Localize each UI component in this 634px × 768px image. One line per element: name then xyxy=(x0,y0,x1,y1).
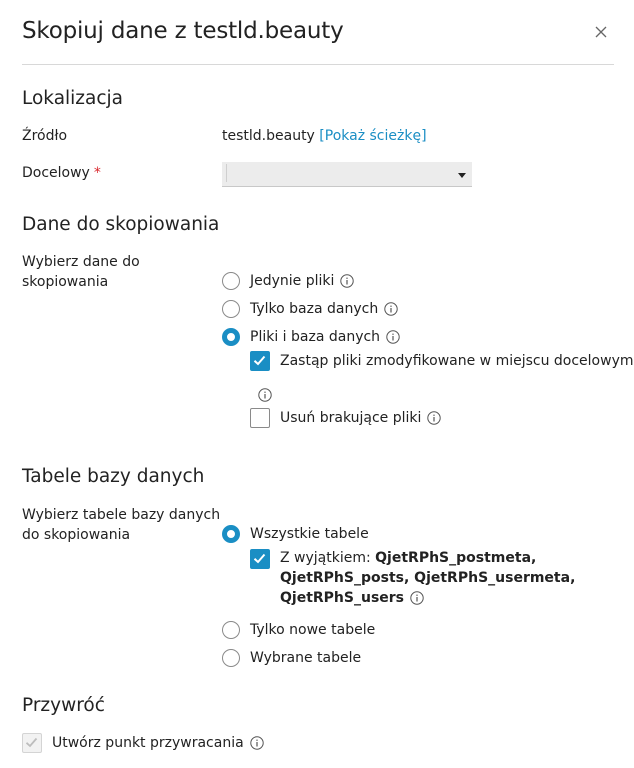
info-icon[interactable] xyxy=(386,330,400,344)
target-select[interactable] xyxy=(222,162,472,187)
source-value-row: testld.beauty [Pokaż ścieżkę] xyxy=(222,126,427,146)
option-db-only-label: Tylko baza danych xyxy=(250,301,379,317)
except-tables-checkbox[interactable] xyxy=(250,549,270,569)
except-line2: QjetRPhS_posts, QjetRPhS_usermeta, xyxy=(280,570,576,586)
except-line3: QjetRPhS_users xyxy=(280,588,575,608)
option-files-only-label: Jedynie pliki xyxy=(250,273,335,289)
radio-all-tables[interactable] xyxy=(222,525,240,543)
except-line1: Z wyjątkiem: QjetRPhS_postmeta, xyxy=(280,548,575,568)
info-icon[interactable] xyxy=(410,591,424,605)
option-db-only[interactable]: Tylko baza danych xyxy=(222,300,398,318)
data-label-line2: skopiowania xyxy=(22,274,109,290)
info-icon[interactable] xyxy=(384,302,398,316)
create-restore-point-label: Utwórz punkt przywracania xyxy=(52,735,244,751)
except-table-last: QjetRPhS_users xyxy=(280,590,405,606)
remove-missing-option[interactable]: Usuń brakujące pliki xyxy=(250,408,442,428)
option-new-tables-label: Tylko nowe tabele xyxy=(250,622,376,638)
db-tables-label-line2: do skopiowania xyxy=(22,527,131,543)
radio-new-tables[interactable] xyxy=(222,621,240,639)
radio-db-only[interactable] xyxy=(222,300,240,318)
except-table-1: QjetRPhS_postmeta, xyxy=(375,550,537,566)
option-selected-tables[interactable]: Wybrane tabele xyxy=(222,649,361,667)
source-value: testld.beauty xyxy=(222,128,315,144)
create-restore-point-checkbox xyxy=(22,733,42,753)
caret-down-icon xyxy=(458,173,466,178)
option-new-tables[interactable]: Tylko nowe tabele xyxy=(222,621,375,639)
create-restore-point-option: Utwórz punkt przywracania xyxy=(22,733,264,753)
option-all-tables[interactable]: Wszystkie tabele xyxy=(222,525,369,543)
option-files-only[interactable]: Jedynie pliki xyxy=(222,272,355,290)
option-files-and-db-label: Pliki i baza danych xyxy=(250,329,381,345)
data-label-line1: Wybierz dane do xyxy=(22,254,140,270)
option-selected-tables-label: Wybrane tabele xyxy=(250,650,362,666)
db-tables-label: Wybierz tabele bazy danych do skopiowani… xyxy=(22,505,220,545)
remove-missing-label: Usuń brakujące pliki xyxy=(280,410,422,426)
info-icon[interactable] xyxy=(249,736,264,750)
replace-modified-checkbox[interactable] xyxy=(250,351,270,371)
target-label: Docelowy xyxy=(22,165,90,181)
radio-files-and-db[interactable] xyxy=(222,328,240,346)
checkmark-icon xyxy=(253,355,266,366)
section-title-data: Dane do skopiowania xyxy=(22,214,220,235)
info-icon[interactable] xyxy=(258,388,272,402)
target-label-row: Docelowy * xyxy=(22,163,101,183)
dialog-title: Skopiuj dane z testld.beauty xyxy=(22,18,344,44)
section-title-db-tables: Tabele bazy danych xyxy=(22,466,205,487)
section-title-location: Lokalizacja xyxy=(22,88,124,109)
checkmark-icon xyxy=(253,553,266,564)
title-divider xyxy=(22,64,614,65)
section-title-restore: Przywróć xyxy=(22,695,105,716)
required-mark: * xyxy=(93,165,101,181)
radio-files-only[interactable] xyxy=(222,272,240,290)
info-icon[interactable] xyxy=(427,411,442,425)
show-path-link[interactable]: [Pokaż ścieżkę] xyxy=(319,128,426,144)
replace-modified-option[interactable]: Zastąp pliki zmodyfikowane w miejscu doc… xyxy=(250,351,634,371)
data-label: Wybierz dane do skopiowania xyxy=(22,252,140,292)
except-tables-text: Z wyjątkiem: QjetRPhS_postmeta, QjetRPhS… xyxy=(280,548,575,608)
db-tables-label-line1: Wybierz tabele bazy danych xyxy=(22,507,221,523)
checkmark-icon xyxy=(25,737,38,748)
select-edge xyxy=(226,164,227,182)
radio-selected-tables[interactable] xyxy=(222,649,240,667)
close-icon[interactable] xyxy=(593,24,609,40)
source-label: Źródło xyxy=(22,128,68,144)
option-files-and-db[interactable]: Pliki i baza danych xyxy=(222,328,400,346)
option-all-tables-label: Wszystkie tabele xyxy=(250,526,369,542)
remove-missing-checkbox[interactable] xyxy=(250,408,270,428)
info-icon[interactable] xyxy=(340,274,355,288)
except-prefix: Z wyjątkiem: xyxy=(280,550,376,566)
replace-modified-label: Zastąp pliki zmodyfikowane w miejscu doc… xyxy=(280,353,634,369)
